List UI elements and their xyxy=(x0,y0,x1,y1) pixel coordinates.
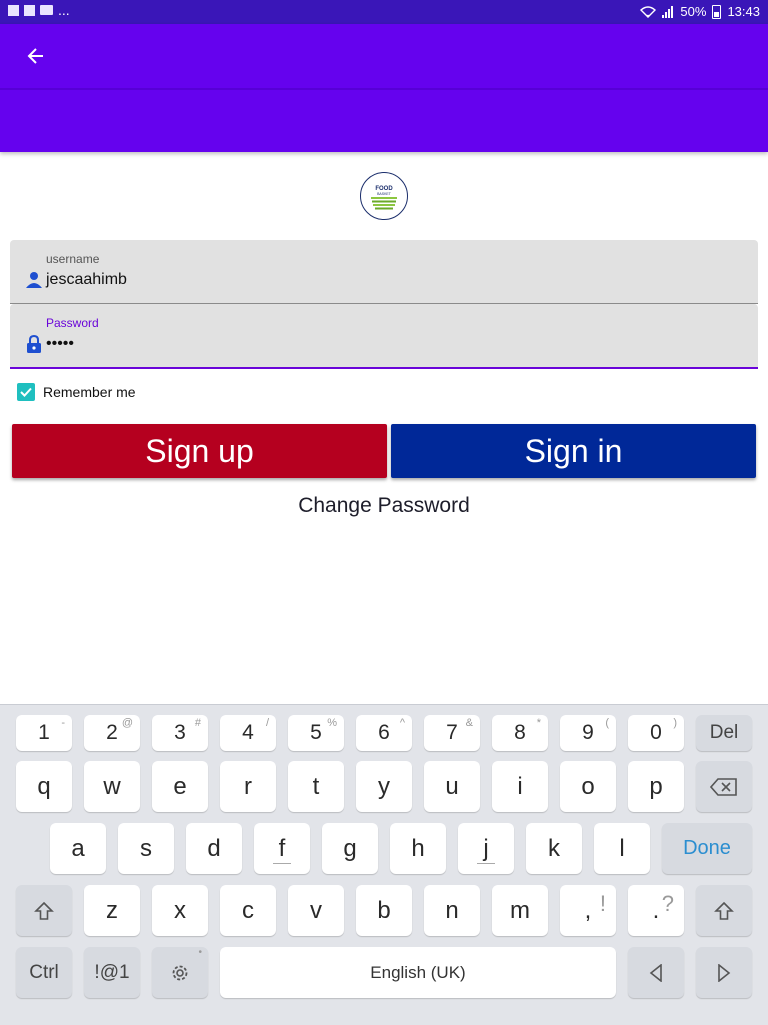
shift-icon xyxy=(714,901,734,920)
sign-in-button[interactable]: Sign in xyxy=(391,424,756,478)
key-0[interactable]: 0) xyxy=(628,715,684,751)
key-r[interactable]: r xyxy=(220,761,276,812)
backspace-key[interactable] xyxy=(696,761,752,812)
key-u[interactable]: u xyxy=(424,761,480,812)
key-m[interactable]: m xyxy=(492,885,548,936)
key-comma[interactable]: ,! xyxy=(560,885,616,936)
password-field[interactable]: Password ••••• xyxy=(10,304,758,369)
back-button[interactable] xyxy=(20,40,52,72)
clock: 13:43 xyxy=(727,4,760,19)
password-label: Password xyxy=(46,316,99,330)
svg-text:BASKET: BASKET xyxy=(377,192,392,196)
key-3[interactable]: 3 # xyxy=(152,715,208,751)
arrow-right-icon xyxy=(718,963,731,982)
done-key[interactable]: Done xyxy=(662,823,752,874)
home-key-marker xyxy=(477,863,495,864)
change-password-link[interactable]: Change Password xyxy=(0,494,768,518)
ctrl-key[interactable]: Ctrl xyxy=(16,947,72,998)
key-8[interactable]: 8 * xyxy=(492,715,548,751)
key-t[interactable]: t xyxy=(288,761,344,812)
key-5[interactable]: 5% xyxy=(288,715,344,751)
notification-icons: ... xyxy=(8,2,70,18)
key-s[interactable]: s xyxy=(118,823,174,874)
settings-key[interactable]: • xyxy=(152,947,208,998)
key-h[interactable]: h xyxy=(390,823,446,874)
key-e[interactable]: e xyxy=(152,761,208,812)
sign-up-button[interactable]: Sign up xyxy=(12,424,387,478)
wifi-icon xyxy=(640,5,657,18)
key-2[interactable]: 2 @ xyxy=(84,715,140,751)
arrow-back-icon xyxy=(27,48,43,64)
key-c[interactable]: c xyxy=(220,885,276,936)
cursor-right-key[interactable] xyxy=(696,947,752,998)
password-value: ••••• xyxy=(46,335,75,352)
gear-icon xyxy=(172,965,188,980)
on-screen-keyboard: 1- 2 @ 3 # 4/ 5% 6 ^ 7 & 8 * 9( 0) Del q w e … xyxy=(0,704,768,1025)
food-basket-logo: FOOD BASKET xyxy=(360,172,408,220)
key-k[interactable]: k xyxy=(526,823,582,874)
key-w[interactable]: w xyxy=(84,761,140,812)
remember-me[interactable]: Remember me xyxy=(17,383,136,401)
home-key-marker xyxy=(273,863,291,864)
key-p[interactable]: p xyxy=(628,761,684,812)
key-f[interactable]: f xyxy=(254,823,310,874)
shift-key-left[interactable] xyxy=(16,885,72,936)
notification-icon xyxy=(24,4,35,16)
notification-icon xyxy=(8,4,19,16)
username-field[interactable]: username jescaahimb xyxy=(10,240,758,304)
key-n[interactable]: n xyxy=(424,885,480,936)
key-1[interactable]: 1- xyxy=(16,715,72,751)
folder-icon xyxy=(40,5,53,15)
person-icon xyxy=(26,272,42,288)
app-bar xyxy=(0,24,768,152)
key-period[interactable]: .? xyxy=(628,885,684,936)
cursor-left-key[interactable] xyxy=(628,947,684,998)
key-q[interactable]: q xyxy=(16,761,72,812)
shift-icon xyxy=(34,901,54,920)
key-v[interactable]: v xyxy=(288,885,344,936)
key-l[interactable]: l xyxy=(594,823,650,874)
key-9[interactable]: 9( xyxy=(560,715,616,751)
key-j[interactable]: j xyxy=(458,823,514,874)
arrow-left-icon xyxy=(649,963,662,982)
shift-key-right[interactable] xyxy=(696,885,752,936)
key-i[interactable]: i xyxy=(492,761,548,812)
status-bar: ... 50% 13:43 xyxy=(0,0,768,24)
delete-key[interactable]: Del xyxy=(696,715,752,751)
username-label: username xyxy=(46,252,100,266)
app-bar-divider xyxy=(0,88,768,90)
key-a[interactable]: a xyxy=(50,823,106,874)
key-d[interactable]: d xyxy=(186,823,242,874)
battery-percent: 50% xyxy=(680,4,707,19)
key-x[interactable]: x xyxy=(152,885,208,936)
symbols-key[interactable]: !@1 xyxy=(84,947,140,998)
key-6[interactable]: 6 ^ xyxy=(356,715,412,751)
space-bar[interactable]: English (UK) xyxy=(220,947,616,998)
username-value: jescaahimb xyxy=(46,271,127,288)
remember-me-label: Remember me xyxy=(43,384,136,400)
key-4[interactable]: 4/ xyxy=(220,715,276,751)
signal-icon xyxy=(662,5,674,18)
battery-icon xyxy=(712,4,722,19)
check-icon xyxy=(20,387,32,397)
remember-me-checkbox[interactable] xyxy=(17,383,35,401)
key-y[interactable]: y xyxy=(356,761,412,812)
key-o[interactable]: o xyxy=(560,761,616,812)
backspace-icon xyxy=(710,777,737,796)
key-z[interactable]: z xyxy=(84,885,140,936)
lock-icon xyxy=(27,334,41,353)
key-g[interactable]: g xyxy=(322,823,378,874)
key-b[interactable]: b xyxy=(356,885,412,936)
key-7[interactable]: 7 & xyxy=(424,715,480,751)
more-notifications: ... xyxy=(58,2,70,18)
